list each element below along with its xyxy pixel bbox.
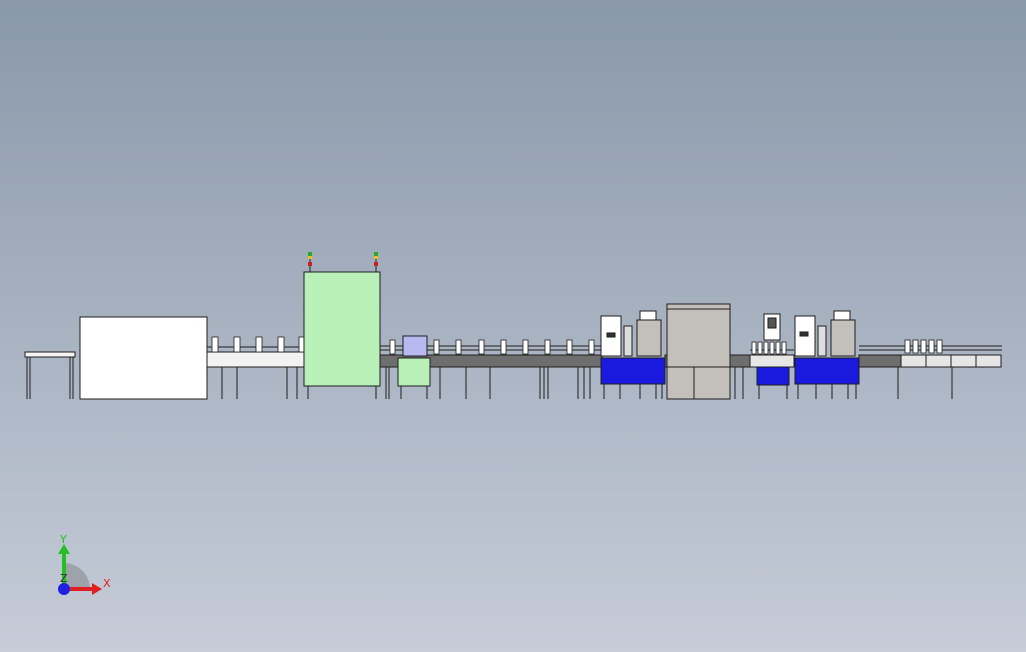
triad-z-label: Z	[60, 572, 68, 585]
triad-y-label: Y	[59, 533, 67, 546]
outfeed-table[interactable]	[897, 354, 1002, 399]
white-enclosure-machine[interactable]	[79, 316, 208, 400]
triad-x-label: X	[103, 577, 111, 590]
entry-stand[interactable]	[24, 351, 76, 399]
filling-machine-1[interactable]	[600, 310, 666, 399]
white-conveyor-section[interactable]	[206, 346, 305, 399]
bottle-group-3	[751, 341, 787, 355]
signal-tower-left	[308, 252, 312, 272]
signal-tower-right	[374, 252, 378, 272]
inspection-station[interactable]	[397, 335, 431, 399]
bottle-group-1	[211, 336, 305, 353]
cad-viewport[interactable]: Y X Z	[0, 0, 1026, 652]
gray-cabinet-machine[interactable]	[666, 303, 731, 400]
coordinate-triad-icon: Y X Z	[58, 533, 111, 595]
filling-machine-2[interactable]	[794, 310, 860, 399]
green-tall-machine[interactable]	[303, 271, 381, 399]
production-line-model[interactable]: Y X Z	[0, 0, 1026, 652]
